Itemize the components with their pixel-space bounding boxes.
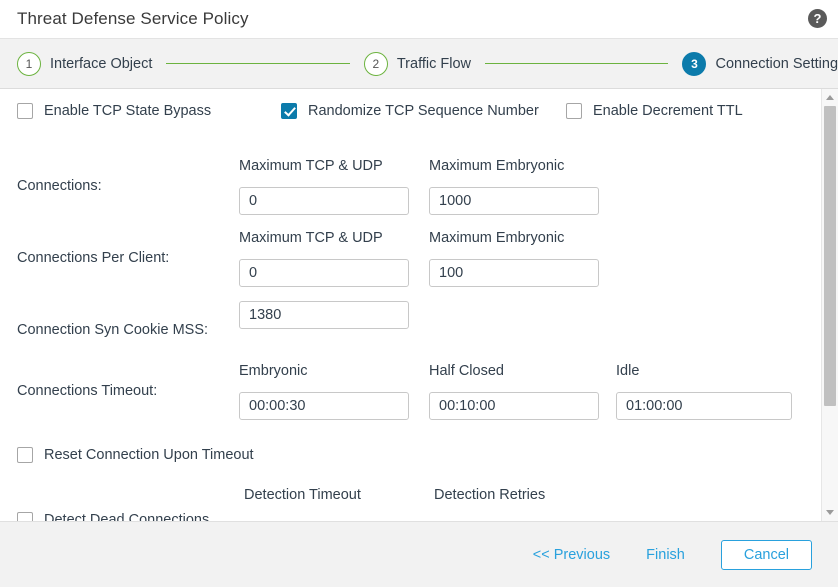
step-2-number: 2 bbox=[363, 51, 388, 76]
scrollbar-track[interactable] bbox=[822, 106, 838, 504]
step-traffic-flow[interactable]: 2 Traffic Flow bbox=[363, 51, 471, 76]
step-2-label: Traffic Flow bbox=[396, 55, 471, 72]
connections-per-client-max-embryonic-input[interactable] bbox=[429, 259, 599, 287]
connections-max-embryonic-header: Maximum Embryonic bbox=[429, 158, 565, 174]
cancel-button[interactable]: Cancel bbox=[720, 539, 812, 570]
enable-tcp-state-bypass-checkbox[interactable] bbox=[17, 103, 33, 119]
reset-connection-upon-timeout-checkbox[interactable] bbox=[17, 447, 33, 463]
step-connector-1 bbox=[166, 63, 350, 64]
enable-decrement-ttl-checkbox[interactable] bbox=[566, 103, 582, 119]
dialog-title: Threat Defense Service Policy bbox=[17, 9, 249, 28]
finish-button[interactable]: Finish bbox=[636, 541, 695, 569]
previous-button[interactable]: << Previous bbox=[523, 541, 620, 569]
connections-per-client-max-embryonic-header: Maximum Embryonic bbox=[429, 230, 565, 246]
connections-row-label: Connections: bbox=[17, 178, 102, 194]
step-interface-object[interactable]: 1 Interface Object bbox=[17, 51, 153, 76]
reset-connection-upon-timeout-row[interactable]: Reset Connection Upon Timeout bbox=[17, 442, 254, 468]
detect-dead-connections-label: Detect Dead Connections bbox=[44, 512, 210, 521]
connections-timeout-row-label: Connections Timeout: bbox=[17, 383, 158, 399]
connections-timeout-idle-input[interactable] bbox=[616, 392, 792, 420]
scroll-up-arrow-icon[interactable] bbox=[822, 89, 838, 106]
wizard-stepper: 1 Interface Object 2 Traffic Flow 3 Conn… bbox=[0, 38, 838, 89]
step-1-label: Interface Object bbox=[50, 55, 153, 72]
threat-defense-service-policy-dialog: Threat Defense Service Policy ? 1 Interf… bbox=[0, 0, 838, 587]
detection-retries-header: Detection Retries bbox=[434, 487, 546, 503]
scrollbar-thumb[interactable] bbox=[824, 106, 836, 407]
scroll-down-arrow-icon[interactable] bbox=[822, 504, 838, 521]
connections-max-tcp-udp-input[interactable] bbox=[239, 187, 409, 215]
step-1-number: 1 bbox=[17, 51, 41, 76]
connections-timeout-embryonic-input[interactable] bbox=[239, 392, 409, 420]
randomize-tcp-sequence-number-checkbox[interactable] bbox=[281, 103, 297, 119]
enable-tcp-state-bypass-row[interactable]: Enable TCP State Bypass bbox=[17, 98, 211, 124]
help-icon[interactable]: ? bbox=[808, 9, 827, 28]
connections-per-client-row-label: Connections Per Client: bbox=[17, 250, 170, 266]
enable-decrement-ttl-row[interactable]: Enable Decrement TTL bbox=[566, 98, 743, 124]
form-scroll-viewport: Enable TCP State Bypass Randomize TCP Se… bbox=[0, 89, 810, 521]
step-3-label: Connection Setting bbox=[715, 55, 838, 72]
form-vertical-scrollbar[interactable] bbox=[821, 89, 838, 521]
connections-timeout-idle-header: Idle bbox=[616, 363, 640, 379]
enable-tcp-state-bypass-label: Enable TCP State Bypass bbox=[44, 103, 212, 119]
reset-connection-upon-timeout-label: Reset Connection Upon Timeout bbox=[44, 447, 254, 463]
connections-timeout-embryonic-header: Embryonic bbox=[239, 363, 308, 379]
detect-dead-connections-checkbox[interactable] bbox=[17, 512, 33, 521]
connections-per-client-max-tcp-udp-header: Maximum TCP & UDP bbox=[239, 230, 383, 246]
dialog-body: Enable TCP State Bypass Randomize TCP Se… bbox=[0, 89, 838, 521]
connection-syn-cookie-mss-label: Connection Syn Cookie MSS: bbox=[17, 322, 209, 338]
dialog-footer: << Previous Finish Cancel bbox=[0, 521, 838, 587]
connection-syn-cookie-mss-input[interactable] bbox=[239, 301, 409, 329]
connections-max-tcp-udp-header: Maximum TCP & UDP bbox=[239, 158, 383, 174]
step-connector-2 bbox=[484, 63, 669, 64]
enable-decrement-ttl-label: Enable Decrement TTL bbox=[593, 103, 743, 119]
step-connection-setting[interactable]: 3 Connection Setting bbox=[682, 51, 838, 76]
step-3-number: 3 bbox=[682, 51, 707, 76]
connections-per-client-max-tcp-udp-input[interactable] bbox=[239, 259, 409, 287]
detection-timeout-header: Detection Timeout bbox=[244, 487, 361, 503]
dialog-titlebar: Threat Defense Service Policy ? bbox=[0, 0, 838, 38]
connections-timeout-half-closed-header: Half Closed bbox=[429, 363, 504, 379]
randomize-tcp-sequence-number-row[interactable]: Randomize TCP Sequence Number bbox=[281, 98, 539, 124]
connections-max-embryonic-input[interactable] bbox=[429, 187, 599, 215]
randomize-tcp-sequence-number-label: Randomize TCP Sequence Number bbox=[308, 103, 539, 119]
detect-dead-connections-row[interactable]: Detect Dead Connections bbox=[17, 507, 209, 521]
connections-timeout-half-closed-input[interactable] bbox=[429, 392, 599, 420]
